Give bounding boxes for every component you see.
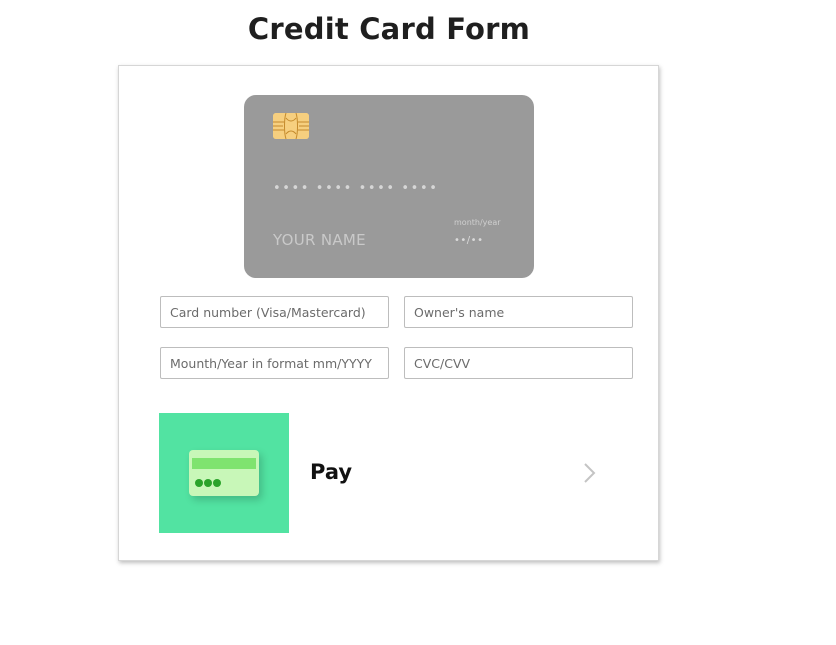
pay-label: Pay — [310, 460, 353, 484]
card-name-preview: YOUR NAME — [273, 231, 366, 249]
card-number-input[interactable] — [160, 296, 389, 328]
expiry-input[interactable] — [160, 347, 389, 379]
pay-button[interactable]: Pay — [159, 413, 619, 533]
pay-icon-box — [159, 413, 289, 533]
owner-name-input[interactable] — [404, 296, 633, 328]
card-number-preview: •••• •••• •••• •••• — [273, 181, 439, 196]
chevron-right-icon — [584, 463, 596, 483]
page-title: Credit Card Form — [247, 12, 531, 46]
credit-card-icon — [189, 450, 259, 496]
card-preview: •••• •••• •••• •••• YOUR NAME month/year… — [244, 95, 534, 278]
expiry-label: month/year — [454, 218, 501, 227]
chip-icon — [273, 113, 309, 139]
expiry-preview: ••/•• — [454, 235, 484, 246]
cvc-input[interactable] — [404, 347, 633, 379]
credit-card-form: •••• •••• •••• •••• YOUR NAME month/year… — [118, 65, 659, 561]
